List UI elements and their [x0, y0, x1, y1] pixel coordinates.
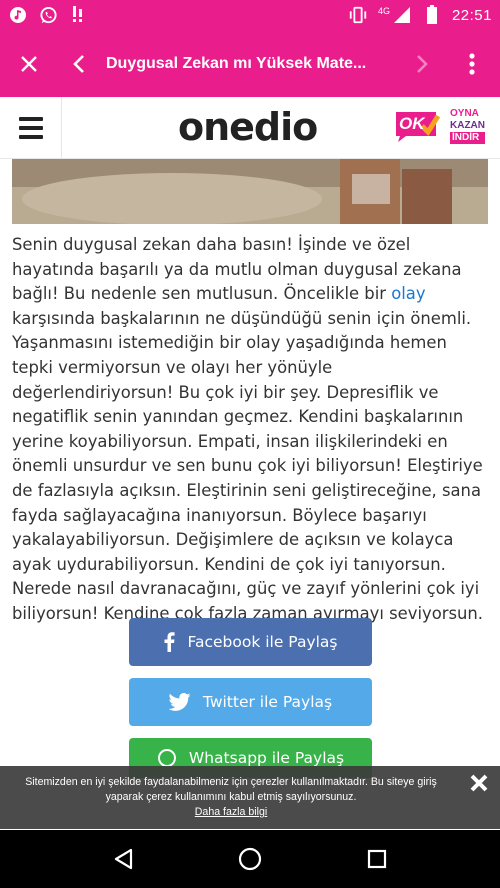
status-right: 4G 22:51: [348, 5, 492, 25]
phone-screen: 4G 22:51 Duygusal Zekan mı Yüksek Mate..…: [0, 0, 500, 888]
menu-bar: [18, 125, 43, 130]
nav-back-button[interactable]: [103, 839, 143, 879]
notification-icon: [68, 5, 88, 25]
ok-app-badge[interactable]: OK: [392, 108, 440, 144]
site-header: onedio OK OYNA KAZAN İNDİR: [0, 96, 500, 159]
close-button[interactable]: [0, 30, 58, 97]
article-text-part-2: karşısında başkalarının ne düşündüğü sen…: [12, 308, 483, 623]
article-link-olay[interactable]: olay: [391, 284, 425, 303]
battery-icon: [422, 5, 442, 25]
vibrate-icon: [348, 5, 368, 25]
ok-app-tagline[interactable]: OYNA KAZAN İNDİR: [450, 108, 485, 144]
menu-bar: [18, 134, 43, 139]
network-type: 4G: [377, 6, 390, 16]
twitter-share-button[interactable]: Twitter ile Paylaş: [129, 678, 372, 726]
signal-icon: [392, 5, 412, 25]
back-button[interactable]: [58, 30, 100, 97]
cookie-banner: Sitemizden en iyi şekilde faydalanabilme…: [0, 766, 500, 829]
ok-tagline-line-2: KAZAN: [450, 120, 485, 131]
nav-home-button[interactable]: [230, 839, 270, 879]
hamburger-menu-button[interactable]: [0, 96, 62, 159]
cookie-close-button[interactable]: [470, 774, 488, 792]
menu-bar: [18, 116, 43, 121]
twitter-icon: [168, 693, 191, 711]
close-icon: [470, 774, 488, 792]
whatsapp-icon: [157, 749, 176, 767]
cookie-message: Sitemizden en iyi şekilde faydalanabilme…: [25, 776, 437, 803]
onedio-logo[interactable]: onedio: [178, 105, 318, 149]
cookie-more-info-link[interactable]: Daha fazla bilgi: [195, 805, 267, 820]
browser-toolbar: Duygusal Zekan mı Yüksek Mate...: [0, 30, 500, 97]
chevron-right-icon: [417, 54, 428, 73]
more-vert-icon: [469, 52, 475, 75]
article-image: [12, 159, 488, 224]
status-bar: 4G 22:51: [0, 0, 500, 30]
status-time: 22:51: [451, 6, 492, 24]
android-nav-bar: [0, 830, 500, 888]
status-left: [8, 5, 88, 25]
chevron-left-icon: [73, 54, 84, 73]
facebook-share-button[interactable]: Facebook ile Paylaş: [129, 618, 372, 666]
ok-badge-text: OK: [399, 114, 425, 133]
ok-tagline-line-3: İNDİR: [450, 132, 485, 144]
facebook-share-label: Facebook ile Paylaş: [187, 633, 338, 651]
article-body: Senin duygusal zekan daha basın! İşinde …: [12, 233, 490, 627]
back-triangle-icon: [115, 848, 133, 870]
music-icon: [8, 5, 28, 25]
close-icon: [21, 55, 37, 72]
page-title: Duygusal Zekan mı Yüksek Mate...: [106, 54, 367, 72]
home-circle-icon: [238, 847, 262, 871]
whatsapp-share-label: Whatsapp ile Paylaş: [188, 749, 345, 767]
whatsapp-icon: [38, 5, 58, 25]
recents-square-icon: [367, 849, 386, 869]
ok-tagline-line-1: OYNA: [450, 108, 479, 119]
twitter-share-label: Twitter ile Paylaş: [202, 693, 333, 711]
nav-recents-button[interactable]: [357, 839, 397, 879]
forward-button[interactable]: [400, 30, 444, 97]
facebook-icon: [164, 632, 176, 652]
overflow-menu-button[interactable]: [444, 30, 500, 97]
